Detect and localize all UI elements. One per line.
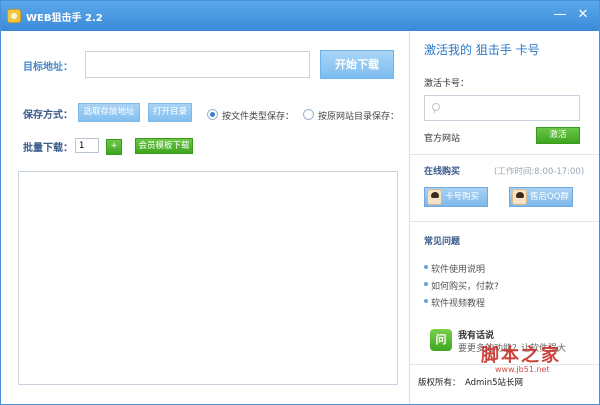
title-bar[interactable]: WEB狙击手 2.2 — ✕ xyxy=(1,1,599,31)
activation-code-label: 激活卡号： xyxy=(424,79,470,89)
app-window: WEB狙击手 2.2 — ✕ 目标地址： 开始下载 保存方式： 选取存放地址 打… xyxy=(0,0,600,405)
app-logo-icon xyxy=(7,9,21,23)
key-icon xyxy=(431,103,440,113)
divider xyxy=(410,154,599,155)
site-watermark: 脚本之家 www.jb51.net xyxy=(481,341,596,381)
choose-path-button[interactable]: 选取存放地址 xyxy=(78,103,140,122)
question-chat-icon[interactable]: 问 xyxy=(430,329,452,351)
card-buy-label: 卡号购买 xyxy=(445,192,480,202)
start-download-button[interactable]: 开始下载 xyxy=(320,50,394,79)
card-buy-button[interactable]: 卡号购买 xyxy=(424,187,488,207)
work-hours-text: (工作时间:8:00-17:00) xyxy=(494,167,585,177)
qq-group-button[interactable]: 售后QQ群 xyxy=(509,187,573,207)
member-template-button[interactable]: 会员模板下载 xyxy=(135,138,193,154)
online-buy-title: 在线购买 xyxy=(424,167,461,177)
save-by-type-radio[interactable] xyxy=(207,109,218,120)
activation-code-input[interactable] xyxy=(424,95,580,121)
batch-add-button[interactable]: + xyxy=(106,139,122,155)
batch-download-label: 批量下载： xyxy=(23,143,73,154)
batch-count-input[interactable] xyxy=(75,138,99,153)
customer-service-icon xyxy=(427,189,442,205)
watermark-url: www.jb51.net xyxy=(495,365,550,374)
watermark-logo-text: 脚本之家 xyxy=(481,345,561,366)
save-by-site-label: 按原网站目录保存： xyxy=(318,112,400,122)
target-url-input[interactable] xyxy=(85,51,310,78)
qq-group-label: 售后QQ群 xyxy=(530,192,569,202)
customer-service-icon xyxy=(512,189,527,205)
bullet-icon xyxy=(424,282,428,286)
save-by-site-radio[interactable] xyxy=(303,109,314,120)
save-by-type-label: 按文件类型保存： xyxy=(222,112,295,122)
open-dir-button[interactable]: 打开目录 xyxy=(148,103,192,122)
activate-title: 激活我的 狙击手 卡号 xyxy=(424,43,540,57)
target-url-label: 目标地址： xyxy=(23,62,73,73)
window-title: WEB狙击手 2.2 xyxy=(26,13,103,24)
copyright-label: 版权所有： xyxy=(418,378,461,388)
close-button[interactable]: ✕ xyxy=(572,6,594,24)
activate-button[interactable]: 激活 xyxy=(536,127,580,144)
bullet-icon xyxy=(424,299,428,303)
official-site-link[interactable]: 官方网站 xyxy=(424,131,460,144)
minimize-button[interactable]: — xyxy=(549,6,571,24)
save-mode-label: 保存方式： xyxy=(23,110,73,121)
feedback-title[interactable]: 我有话说 xyxy=(458,328,494,341)
download-panel: 目标地址： 开始下载 保存方式： 选取存放地址 打开目录 按文件类型保存： 按原… xyxy=(1,31,409,404)
bullet-icon xyxy=(424,265,428,269)
download-log-area[interactable] xyxy=(18,171,398,385)
faq-title: 常见问题 xyxy=(424,237,461,247)
divider xyxy=(410,221,599,222)
